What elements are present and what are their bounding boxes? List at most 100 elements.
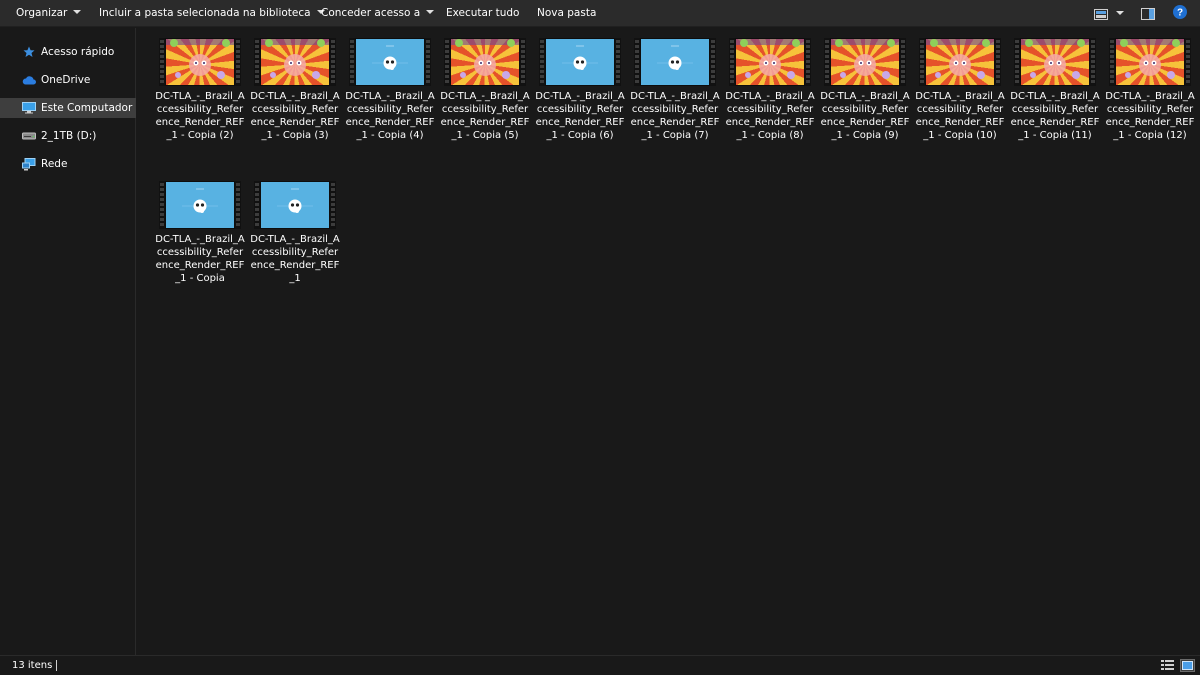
details-view-button[interactable] <box>1160 659 1175 672</box>
file-name: DC-TLA_-_Brazil_Accessibility_Reference_… <box>440 91 530 141</box>
include-library-button[interactable]: Incluir a pasta selecionada na bibliotec… <box>99 7 325 19</box>
film-strip-edge <box>254 181 260 229</box>
star-icon <box>22 45 36 59</box>
film-strip-edge <box>729 38 735 86</box>
file-view: DC-TLA_-_Brazil_Accessibility_Reference_… <box>137 28 1200 655</box>
character-swirl-icon <box>926 39 994 79</box>
play-all-button[interactable]: Executar tudo <box>446 7 519 19</box>
swirl-frame <box>261 39 329 85</box>
file-item[interactable]: DC-TLA_-_Brazil_Accessibility_Reference_… <box>725 28 815 168</box>
command-toolbar: Organizar Incluir a pasta selecionada na… <box>0 0 1200 27</box>
share-with-label: Conceder acesso a <box>321 7 421 19</box>
film-strip-edge <box>1014 38 1020 86</box>
film-strip-edge <box>615 38 621 86</box>
film-strip-edge <box>330 181 336 229</box>
video-thumbnail <box>349 38 431 86</box>
view-options-icon <box>1094 8 1108 20</box>
status-divider <box>56 660 57 671</box>
swirl-frame <box>736 39 804 85</box>
film-strip-edge <box>1090 38 1096 86</box>
film-strip-edge <box>805 38 811 86</box>
swirl-frame <box>451 39 519 85</box>
chevron-down-icon <box>73 10 82 14</box>
film-strip-edge <box>254 38 260 86</box>
file-item[interactable]: DC-TLA_-_Brazil_Accessibility_Reference_… <box>155 171 245 311</box>
svg-text:?: ? <box>1177 8 1183 19</box>
sidebar-item-label: Acesso rápido <box>41 46 115 58</box>
video-thumbnail <box>824 38 906 86</box>
film-strip-edge <box>444 38 450 86</box>
video-thumbnail <box>919 38 1001 86</box>
video-thumbnail <box>1109 38 1191 86</box>
large-icons-view-icon <box>1182 661 1193 670</box>
sidebar-item-this-pc[interactable]: Este Computador <box>0 98 136 118</box>
film-strip-edge <box>235 181 241 229</box>
video-thumbnail <box>1014 38 1096 86</box>
change-view-button[interactable] <box>1094 6 1126 22</box>
sidebar-item-label: Rede <box>41 158 68 170</box>
character-swirl-icon <box>166 39 234 79</box>
file-item[interactable]: DC-TLA_-_Brazil_Accessibility_Reference_… <box>820 28 910 168</box>
new-folder-button[interactable]: Nova pasta <box>537 7 596 19</box>
blue-logo-frame <box>641 39 709 85</box>
status-bar: 13 itens <box>0 655 1200 675</box>
organize-button[interactable]: Organizar <box>16 7 82 19</box>
file-item[interactable]: DC-TLA_-_Brazil_Accessibility_Reference_… <box>1010 28 1100 168</box>
sidebar-item-label: Este Computador <box>41 102 133 114</box>
swirl-frame <box>1021 39 1089 85</box>
sidebar-item-network[interactable]: Rede <box>0 154 136 174</box>
film-strip-edge <box>824 38 830 86</box>
character-swirl-icon <box>1116 39 1184 79</box>
film-strip-edge <box>425 38 431 86</box>
film-strip-edge <box>710 38 716 86</box>
film-strip-edge <box>919 38 925 86</box>
film-strip-edge <box>159 181 165 229</box>
file-item[interactable]: DC-TLA_-_Brazil_Accessibility_Reference_… <box>1105 28 1195 168</box>
file-name: DC-TLA_-_Brazil_Accessibility_Reference_… <box>915 91 1005 141</box>
file-name: DC-TLA_-_Brazil_Accessibility_Reference_… <box>345 91 435 141</box>
file-name: DC-TLA_-_Brazil_Accessibility_Reference_… <box>250 91 340 141</box>
blue-logo-frame <box>166 182 234 228</box>
file-item[interactable]: DC-TLA_-_Brazil_Accessibility_Reference_… <box>915 28 1005 168</box>
sidebar-item-quick-access[interactable]: Acesso rápido <box>0 42 136 62</box>
chevron-down-icon <box>426 10 435 14</box>
organize-label: Organizar <box>16 7 68 19</box>
sidebar-item-label: 2_1TB (D:) <box>41 130 97 142</box>
help-icon: ? <box>1173 5 1187 19</box>
file-item[interactable]: DC-TLA_-_Brazil_Accessibility_Reference_… <box>345 28 435 168</box>
large-icons-view-button[interactable] <box>1180 659 1195 672</box>
file-name: DC-TLA_-_Brazil_Accessibility_Reference_… <box>155 91 245 141</box>
skull-logo-icon <box>562 45 598 70</box>
file-name: DC-TLA_-_Brazil_Accessibility_Reference_… <box>725 91 815 141</box>
file-item[interactable]: DC-TLA_-_Brazil_Accessibility_Reference_… <box>535 28 625 168</box>
film-strip-edge <box>539 38 545 86</box>
file-name: DC-TLA_-_Brazil_Accessibility_Reference_… <box>535 91 625 141</box>
sidebar-item-onedrive[interactable]: OneDrive <box>0 70 136 90</box>
preview-pane-button[interactable] <box>1141 6 1156 22</box>
file-item[interactable]: DC-TLA_-_Brazil_Accessibility_Reference_… <box>250 171 340 311</box>
drive-icon <box>22 129 36 143</box>
file-name: DC-TLA_-_Brazil_Accessibility_Reference_… <box>820 91 910 141</box>
character-swirl-icon <box>451 39 519 79</box>
file-item[interactable]: DC-TLA_-_Brazil_Accessibility_Reference_… <box>250 28 340 168</box>
film-strip-edge <box>900 38 906 86</box>
share-with-button[interactable]: Conceder acesso a <box>321 7 435 19</box>
sidebar-item-drive-d[interactable]: 2_1TB (D:) <box>0 126 136 146</box>
file-name: DC-TLA_-_Brazil_Accessibility_Reference_… <box>155 234 245 284</box>
swirl-frame <box>166 39 234 85</box>
character-swirl-icon <box>736 39 804 79</box>
swirl-frame <box>831 39 899 85</box>
video-thumbnail <box>539 38 621 86</box>
video-thumbnail <box>159 181 241 229</box>
details-view-icon <box>1161 660 1174 670</box>
film-strip-edge <box>235 38 241 86</box>
help-button[interactable]: ? <box>1173 5 1187 19</box>
blue-logo-frame <box>261 182 329 228</box>
file-item[interactable]: DC-TLA_-_Brazil_Accessibility_Reference_… <box>155 28 245 168</box>
cloud-icon <box>22 73 36 87</box>
file-name: DC-TLA_-_Brazil_Accessibility_Reference_… <box>250 234 340 284</box>
file-item[interactable]: DC-TLA_-_Brazil_Accessibility_Reference_… <box>630 28 720 168</box>
include-library-label: Incluir a pasta selecionada na bibliotec… <box>99 7 311 19</box>
file-item[interactable]: DC-TLA_-_Brazil_Accessibility_Reference_… <box>440 28 530 168</box>
video-thumbnail <box>254 38 336 86</box>
